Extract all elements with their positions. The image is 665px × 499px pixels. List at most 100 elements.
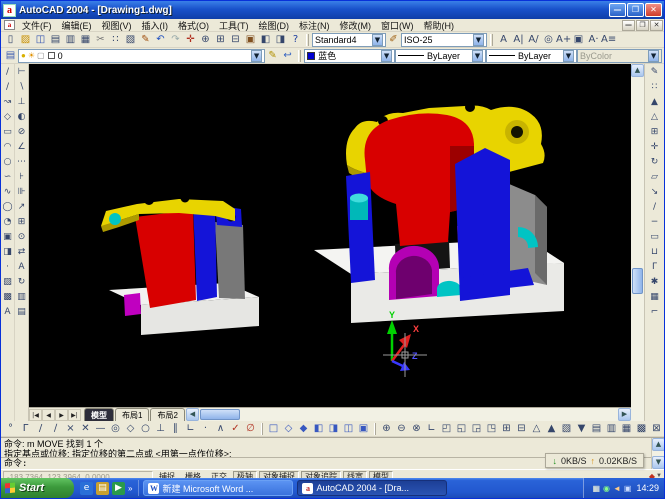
zoom-previous-icon[interactable]: ⊟: [228, 33, 243, 47]
polyline-edit-icon[interactable]: ✎: [648, 65, 661, 80]
snap-parallel-icon[interactable]: ∥: [168, 422, 183, 436]
drawing-canvas[interactable]: Y X Z: [29, 64, 631, 407]
chevron-down-icon[interactable]: ▼: [251, 50, 262, 62]
rectangle-icon[interactable]: ▭: [1, 125, 14, 140]
clock[interactable]: 14:29: [634, 483, 659, 493]
snap-extension-icon[interactable]: —: [93, 422, 108, 436]
rotate-icon[interactable]: ↻: [648, 155, 661, 170]
edit-spline-icon[interactable]: ⌐: [648, 305, 661, 320]
designcenter-icon[interactable]: ◧: [258, 33, 273, 47]
quick-leader-icon[interactable]: ↗: [15, 200, 28, 215]
linear-dimension-icon[interactable]: ⊢: [15, 65, 28, 80]
zoom-realtime-icon[interactable]: ⊕: [198, 33, 213, 47]
aligned-dimension-icon[interactable]: ∖: [15, 80, 28, 95]
find-replace-icon[interactable]: ◎: [541, 33, 556, 47]
media-icon[interactable]: ▶: [112, 482, 125, 495]
chevron-down-icon[interactable]: ▼: [472, 50, 483, 62]
doc-restore-button[interactable]: ❐: [636, 20, 649, 31]
osnap-settings-icon[interactable]: ∅: [243, 422, 258, 436]
scroll-right-icon[interactable]: ▶: [618, 408, 631, 421]
help-icon[interactable]: ?: [288, 33, 303, 47]
menu-item-7[interactable]: 标注(N): [294, 19, 335, 32]
scale-icon[interactable]: ▱: [648, 170, 661, 185]
new-file-icon[interactable]: ▯: [3, 33, 18, 47]
vertical-scroll-thumb[interactable]: [632, 268, 643, 294]
undo-icon[interactable]: ↶: [153, 33, 168, 47]
edit-hatch-icon[interactable]: ▦: [648, 290, 661, 305]
paste-icon[interactable]: ▧: [123, 33, 138, 47]
copy-object-icon[interactable]: ∷: [648, 80, 661, 95]
chevron-down-icon[interactable]: ▼: [563, 50, 574, 62]
justify-text-icon[interactable]: A·: [586, 33, 601, 47]
flat-shaded-icon[interactable]: ◧: [311, 422, 326, 436]
snap-endpoint-icon[interactable]: /: [33, 422, 48, 436]
continue-dimension-icon[interactable]: ⊪: [15, 185, 28, 200]
pan-icon[interactable]: ✛: [183, 33, 198, 47]
offset-icon[interactable]: △: [648, 110, 661, 125]
circle-icon[interactable]: ○: [1, 155, 14, 170]
arc-icon[interactable]: ◠: [1, 140, 14, 155]
subtract-icon[interactable]: ⊖: [394, 422, 409, 436]
linetype-combo[interactable]: ByLayer▼: [395, 49, 486, 63]
chevron-down-icon[interactable]: ▼: [473, 34, 484, 46]
mirror-icon[interactable]: ▲: [648, 95, 661, 110]
construction-line-icon[interactable]: ∕: [1, 80, 14, 95]
ordinate-dimension-icon[interactable]: ⊥: [15, 95, 28, 110]
dimension-style-icon[interactable]: ▤: [15, 305, 28, 320]
baseline-dimension-icon[interactable]: ⊦: [15, 170, 28, 185]
shell-icon[interactable]: ▦: [619, 422, 634, 436]
imprint-icon[interactable]: ▼: [574, 422, 589, 436]
polyline-icon[interactable]: ↝: [1, 95, 14, 110]
snap-node-icon[interactable]: ·: [198, 422, 213, 436]
scroll-down-icon[interactable]: ▼: [652, 456, 665, 469]
intersect-icon[interactable]: ⊗: [409, 422, 424, 436]
network-tray-icon[interactable]: ▣: [624, 484, 632, 493]
extrude-faces-icon[interactable]: ∟: [424, 422, 439, 436]
command-scrollbar[interactable]: ▲ ▼: [651, 438, 664, 469]
horizontal-scrollbar[interactable]: ◀ ▶: [186, 408, 631, 421]
dimension-text-edit-icon[interactable]: A: [15, 260, 28, 275]
make-block-icon[interactable]: ◨: [1, 245, 14, 260]
gouraud-shaded-edges-icon[interactable]: ▣: [356, 422, 371, 436]
single-line-text-icon[interactable]: A|: [511, 33, 526, 47]
diameter-dimension-icon[interactable]: ⊘: [15, 125, 28, 140]
volume-tray-icon[interactable]: ◄: [613, 484, 621, 493]
chevron-down-icon[interactable]: ▼: [381, 50, 392, 62]
menu-item-10[interactable]: 帮助(H): [419, 19, 460, 32]
command-window[interactable]: 命令: m MOVE 找到 1 个 指定基点或位移: 指定位移的第二点或 <用第…: [1, 437, 664, 469]
snap-midpoint-icon[interactable]: ∕: [48, 422, 63, 436]
text-style-combo[interactable]: Standard4▼: [312, 33, 386, 47]
check-icon[interactable]: ▩: [634, 422, 649, 436]
copy-edges-icon[interactable]: ▲: [544, 422, 559, 436]
ellipse-icon[interactable]: ◯: [1, 200, 14, 215]
snap-perpendicular-icon[interactable]: ⊥: [153, 422, 168, 436]
tab-prev-icon[interactable]: ◀: [42, 409, 55, 421]
dim-style-control-icon[interactable]: ▥: [15, 290, 28, 305]
copy-faces-icon[interactable]: ⊟: [514, 422, 529, 436]
scale-text-icon[interactable]: ▣: [571, 33, 586, 47]
menu-item-3[interactable]: 插入(I): [137, 19, 174, 32]
tolerance-icon[interactable]: ⊞: [15, 215, 28, 230]
snap-nearest-icon[interactable]: ∧: [213, 422, 228, 436]
dimension-update-icon[interactable]: ↻: [15, 275, 28, 290]
mtext-icon[interactable]: A: [1, 305, 14, 320]
menu-item-0[interactable]: 文件(F): [17, 19, 57, 32]
layer-properties-manager-icon[interactable]: ▤: [3, 49, 18, 63]
text-style-icon[interactable]: A+: [556, 33, 571, 47]
region-icon[interactable]: ▩: [1, 290, 14, 305]
publish-icon[interactable]: ▦: [78, 33, 93, 47]
color-edges-icon[interactable]: ▧: [559, 422, 574, 436]
tab-last-icon[interactable]: ▶|: [68, 409, 81, 421]
scroll-up-icon[interactable]: ▲: [652, 438, 665, 451]
hidden-icon[interactable]: ◆: [296, 422, 311, 436]
messenger-tray-icon[interactable]: ◉: [603, 484, 610, 493]
ellipse-arc-icon[interactable]: ◔: [1, 215, 14, 230]
gouraud-shaded-icon[interactable]: ◨: [326, 422, 341, 436]
snap-quadrant-icon[interactable]: ◇: [123, 422, 138, 436]
zoom-window-icon[interactable]: ⊞: [213, 33, 228, 47]
move-icon[interactable]: ✛: [648, 140, 661, 155]
line-icon[interactable]: /: [1, 65, 14, 80]
quick-dimension-icon[interactable]: ⋯: [15, 155, 28, 170]
snap-none-icon[interactable]: ✓: [228, 422, 243, 436]
close-button[interactable]: ✕: [645, 3, 662, 17]
